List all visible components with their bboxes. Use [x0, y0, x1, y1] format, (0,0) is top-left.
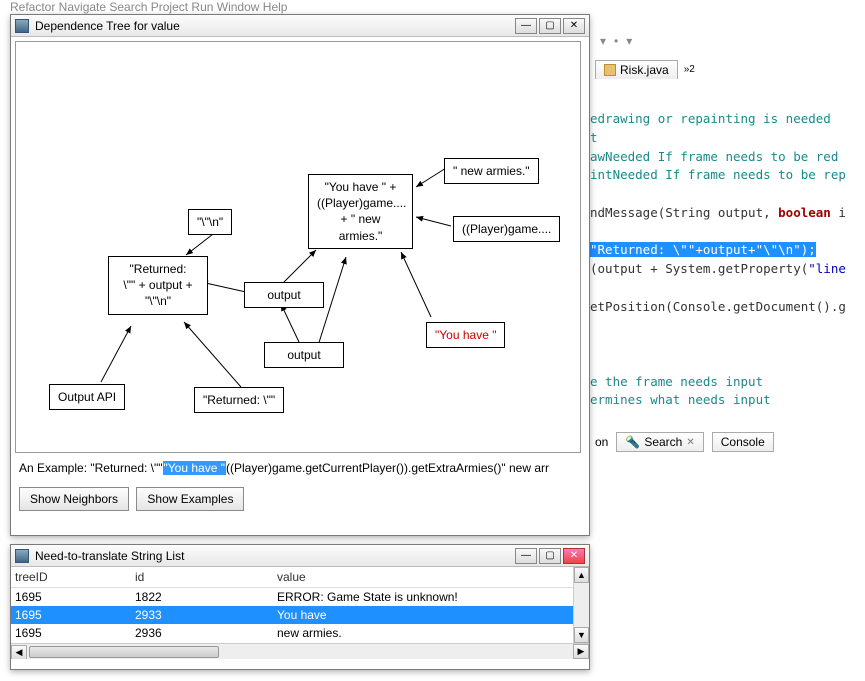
editor-tabs-overflow[interactable]: »2	[684, 64, 695, 75]
show-examples-button[interactable]: Show Examples	[136, 487, 244, 511]
search-icon: 🔦	[625, 435, 640, 449]
example-prefix: An Example: "Returned: \""	[19, 461, 163, 475]
example-highlight: "You have "	[163, 461, 226, 475]
code-comment: t	[590, 130, 598, 145]
tab-console[interactable]: Console	[712, 432, 774, 452]
graph-node-output-2[interactable]: output	[264, 342, 344, 368]
table-row[interactable]: 1695 1822 ERROR: Game State is unknown!	[11, 588, 589, 606]
scroll-thumb[interactable]	[29, 646, 219, 658]
titlebar[interactable]: Dependence Tree for value — ▢ ✕	[11, 15, 589, 37]
code-keyword: boolean	[778, 205, 831, 220]
window-icon	[15, 549, 29, 563]
cell-id: 2936	[135, 626, 277, 640]
code-highlighted-line: "Returned: \""+output+"\"\n");	[590, 242, 816, 257]
col-value[interactable]: value	[277, 570, 585, 584]
tab-label: Console	[721, 435, 765, 449]
cell-treeid: 1695	[15, 608, 135, 622]
string-list-table[interactable]: treeID id value 1695 1822 ERROR: Game St…	[11, 567, 589, 659]
code-text: etPosition(Console.getDocument().g	[590, 299, 846, 314]
graph-node-slash-n[interactable]: "\"\n"	[188, 209, 232, 235]
editor-tab-label: Risk.java	[620, 63, 669, 77]
code-text: ndMessage(String output,	[590, 205, 778, 220]
toolbar: ▾ • ▾	[600, 34, 632, 48]
minimize-button[interactable]: —	[515, 18, 537, 34]
graph-node-player-game[interactable]: ((Player)game....	[453, 216, 560, 242]
maximize-button[interactable]: ▢	[539, 548, 561, 564]
table-header[interactable]: treeID id value	[11, 567, 589, 588]
minimize-button[interactable]: —	[515, 548, 537, 564]
scroll-up-icon[interactable]: ▲	[574, 567, 589, 583]
code-string: "line	[808, 261, 846, 276]
close-button[interactable]: ✕	[563, 18, 585, 34]
show-neighbors-button[interactable]: Show Neighbors	[19, 487, 129, 511]
editor-tab-risk[interactable]: Risk.java	[595, 60, 678, 79]
window-title: Dependence Tree for value	[35, 19, 513, 33]
cell-treeid: 1695	[15, 590, 135, 604]
cell-id: 1822	[135, 590, 277, 604]
table-row-selected[interactable]: 1695 2933 You have	[11, 606, 589, 624]
scroll-down-icon[interactable]: ▼	[574, 627, 589, 643]
toolbar-dropdown-icon[interactable]: ▾	[600, 34, 606, 48]
code-text: i	[831, 205, 846, 220]
code-comment: intNeeded If frame needs to be rep	[590, 167, 846, 182]
java-file-icon	[604, 64, 616, 76]
window-title: Need-to-translate String List	[35, 549, 513, 563]
cell-value: new armies.	[277, 626, 585, 640]
col-treeid[interactable]: treeID	[15, 570, 135, 584]
tab-search[interactable]: 🔦 Search ✕	[616, 432, 703, 452]
tab-label: Search	[644, 435, 682, 449]
code-comment: e the frame needs input	[590, 374, 763, 389]
scroll-right-icon[interactable]: ▶	[573, 644, 589, 659]
horizontal-scrollbar[interactable]: ◀ ▶	[11, 643, 589, 659]
close-icon[interactable]: ✕	[686, 437, 694, 448]
cell-id: 2933	[135, 608, 277, 622]
graph-node-output-1[interactable]: output	[244, 282, 324, 308]
dependence-graph-canvas[interactable]: " new armies." "You have " + ((Player)ga…	[15, 41, 581, 453]
cell-value: ERROR: Game State is unknown!	[277, 590, 585, 604]
code-editor[interactable]: edrawing or repainting is needed t awNee…	[590, 110, 865, 410]
cell-value: You have	[277, 608, 585, 622]
cell-treeid: 1695	[15, 626, 135, 640]
toolbar-dropdown-icon[interactable]: ▾	[626, 34, 632, 48]
scroll-left-icon[interactable]: ◀	[11, 645, 27, 659]
dependence-tree-window: Dependence Tree for value — ▢ ✕ " new ar…	[10, 14, 590, 536]
vertical-scrollbar[interactable]: ▲ ▼	[573, 567, 589, 643]
maximize-button[interactable]: ▢	[539, 18, 561, 34]
code-comment: edrawing or repainting is needed	[590, 111, 831, 126]
example-line: An Example: "Returned: \"""You have "((P…	[11, 457, 589, 479]
toolbar-separator: •	[614, 34, 618, 48]
graph-node-you-have-block[interactable]: "You have " + ((Player)game.... + " new …	[308, 174, 413, 249]
close-button[interactable]: ✕	[563, 548, 585, 564]
example-suffix: ((Player)game.getCurrentPlayer()).getExt…	[226, 461, 549, 475]
code-text: (output + System.getProperty(	[590, 261, 808, 276]
code-comment: awNeeded If frame needs to be red	[590, 149, 838, 164]
window-icon	[15, 19, 29, 33]
graph-node-returned-small[interactable]: "Returned: \""	[194, 387, 284, 413]
col-id[interactable]: id	[135, 570, 277, 584]
graph-node-new-armies[interactable]: " new armies."	[444, 158, 539, 184]
code-comment: ermines what needs input	[590, 392, 771, 407]
graph-node-returned-block[interactable]: "Returned: \"" + output + "\"\n"	[108, 256, 208, 315]
string-list-window: Need-to-translate String List — ▢ ✕ tree…	[10, 544, 590, 670]
menu-bar: Refactor Navigate Search Project Run Win…	[10, 0, 287, 14]
titlebar[interactable]: Need-to-translate String List — ▢ ✕	[11, 545, 589, 567]
tab-fragment: on	[595, 435, 608, 449]
graph-node-output-api[interactable]: Output API	[49, 384, 125, 410]
table-row[interactable]: 1695 2936 new armies.	[11, 624, 589, 642]
graph-node-you-have-red[interactable]: "You have "	[426, 322, 505, 348]
